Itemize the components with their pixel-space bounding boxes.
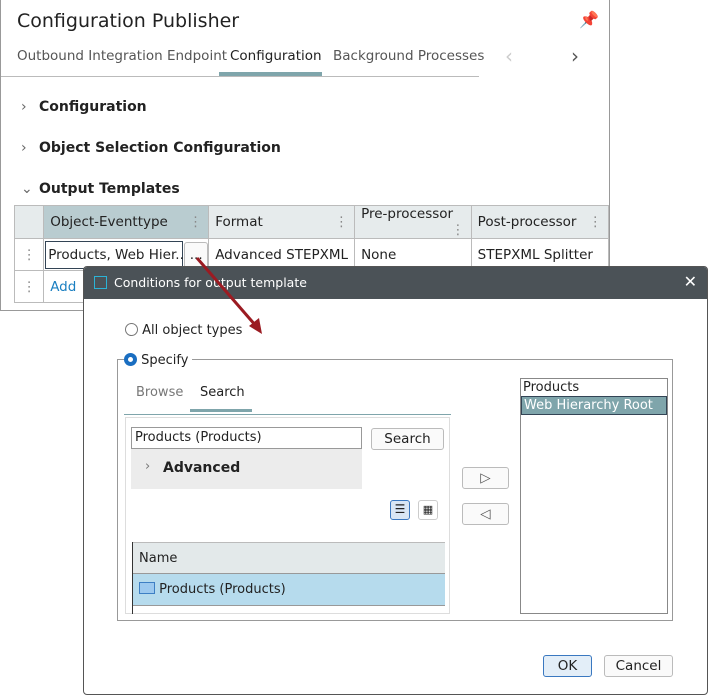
annotation-arrow	[195, 257, 262, 334]
